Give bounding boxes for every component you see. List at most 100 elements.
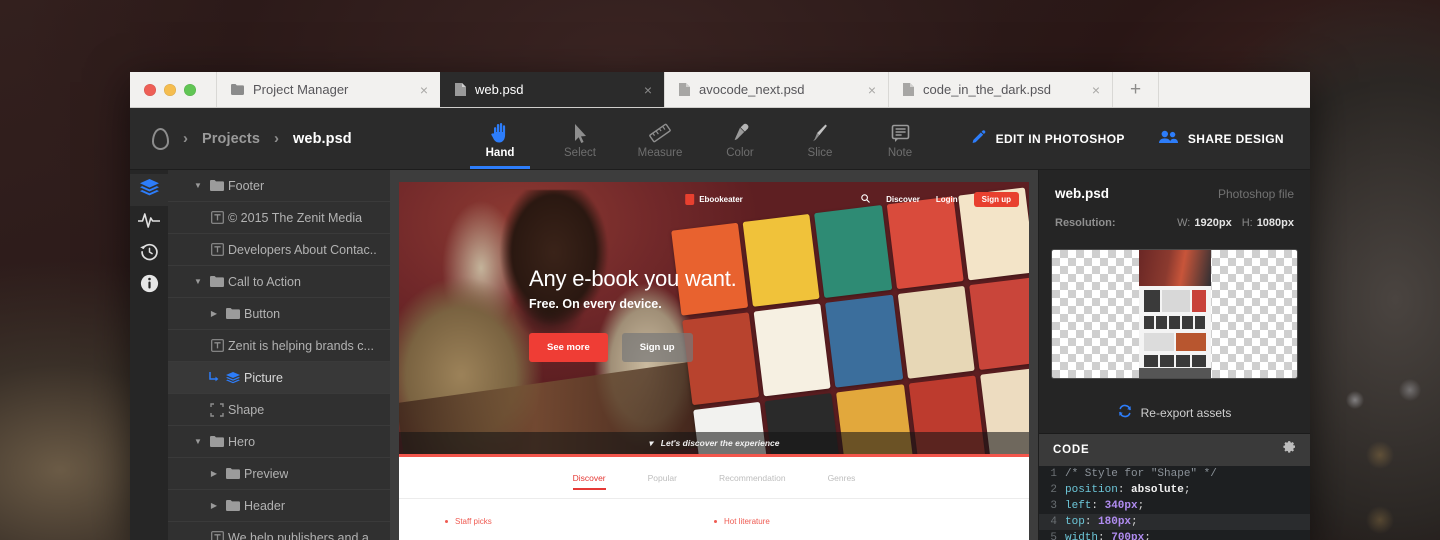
tool-label: Note bbox=[887, 146, 913, 159]
tool-measure[interactable]: Measure bbox=[620, 108, 700, 169]
design-hero-section: Ebookeater Discover Login Sign up Any e-… bbox=[399, 182, 1029, 454]
tab-label: web.psd bbox=[475, 82, 524, 97]
rail-item-info[interactable] bbox=[130, 270, 168, 302]
rail-item-layers[interactable] bbox=[130, 174, 168, 206]
disclosure-closed-icon[interactable]: ▶ bbox=[206, 309, 222, 318]
disclosure-open-icon[interactable]: ▼ bbox=[190, 437, 206, 446]
cursor-icon bbox=[574, 119, 587, 143]
close-icon[interactable]: × bbox=[1090, 83, 1102, 97]
minimize-window-button[interactable] bbox=[164, 83, 176, 96]
file-name: web.psd bbox=[1055, 186, 1110, 201]
app-body: ▼ Footer © 2015 The Zenit Media Develope… bbox=[130, 170, 1310, 540]
layer-row[interactable]: © 2015 The Zenit Media bbox=[168, 202, 390, 234]
maximize-window-button[interactable] bbox=[184, 83, 196, 96]
layer-label: Hero bbox=[228, 434, 256, 449]
line-number: 1 bbox=[1050, 467, 1057, 480]
section-tab-recommendation[interactable]: Recommendation bbox=[719, 473, 786, 490]
folder-icon bbox=[206, 180, 228, 191]
re-export-assets-button[interactable]: Re-export assets bbox=[1039, 393, 1310, 434]
design-canvas[interactable]: Ebookeater Discover Login Sign up Any e-… bbox=[390, 170, 1038, 540]
smart-object-icon bbox=[222, 371, 244, 384]
resolution-label: Resolution: bbox=[1055, 217, 1116, 229]
disclosure-open-icon[interactable]: ▼ bbox=[190, 277, 206, 286]
code-text: 180px bbox=[1098, 515, 1132, 528]
nav-login[interactable]: Login bbox=[936, 195, 958, 204]
file-icon bbox=[679, 83, 690, 96]
tab-project-manager[interactable]: Project Manager × bbox=[216, 72, 440, 107]
pick-label: Hot literature bbox=[724, 517, 770, 526]
tab-label: Project Manager bbox=[253, 82, 349, 97]
code-text: 700px bbox=[1111, 531, 1145, 540]
search-icon[interactable] bbox=[861, 194, 870, 205]
section-tab-genres[interactable]: Genres bbox=[828, 473, 856, 490]
code-text: /* Style for "Shape" */ bbox=[1065, 467, 1217, 480]
edit-in-photoshop-button[interactable]: EDIT IN PHOTOSHOP bbox=[971, 129, 1125, 148]
close-icon[interactable]: × bbox=[866, 83, 878, 97]
text-layer-icon bbox=[206, 243, 228, 256]
layer-row[interactable]: Zenit is helping brands c... bbox=[168, 330, 390, 362]
tool-slice[interactable]: Slice bbox=[780, 108, 860, 169]
tool-select[interactable]: Select bbox=[540, 108, 620, 169]
layer-label: Developers About Contac.. bbox=[228, 242, 377, 257]
layer-label: Preview bbox=[244, 466, 289, 481]
layers-panel[interactable]: ▼ Footer © 2015 The Zenit Media Develope… bbox=[168, 170, 390, 540]
layer-row[interactable]: ▼ Call to Action bbox=[168, 266, 390, 298]
resolution-row: Resolution: W: 1920px H: 1080px bbox=[1055, 213, 1294, 231]
hero-buttons: See more Sign up bbox=[529, 333, 737, 362]
header-actions: EDIT IN PHOTOSHOP SHARE DESIGN bbox=[971, 108, 1310, 169]
height-key: H: bbox=[1241, 217, 1253, 229]
design-section-tabs: Discover Popular Recommendation Genres bbox=[399, 457, 1029, 499]
sign-up-button[interactable]: Sign up bbox=[621, 333, 693, 362]
nav-discover[interactable]: Discover bbox=[886, 195, 920, 204]
tool-note[interactable]: Note bbox=[860, 108, 940, 169]
share-design-button[interactable]: SHARE DESIGN bbox=[1158, 130, 1284, 147]
code-text: 340px bbox=[1104, 499, 1138, 512]
close-icon[interactable]: × bbox=[642, 83, 654, 97]
thumbnail-row bbox=[1139, 355, 1211, 367]
app-header: › Projects › web.psd Hand Select Measure… bbox=[130, 108, 1310, 170]
disclosure-closed-icon[interactable]: ▶ bbox=[206, 501, 222, 510]
tool-hand[interactable]: Hand bbox=[460, 108, 540, 169]
scroll-hint-bar[interactable]: ▾ Let's discover the experience bbox=[399, 432, 1029, 454]
folder-icon bbox=[206, 276, 228, 287]
file-thumbnail[interactable] bbox=[1051, 249, 1298, 379]
disclosure-open-icon[interactable]: ▼ bbox=[190, 181, 206, 190]
tab-label: avocode_next.psd bbox=[699, 82, 805, 97]
artboard[interactable]: Ebookeater Discover Login Sign up Any e-… bbox=[399, 182, 1029, 540]
hero-subheadline: Free. On every device. bbox=[529, 297, 662, 311]
nav-signup-button[interactable]: Sign up bbox=[973, 192, 1019, 207]
layer-row[interactable]: ▶ Header bbox=[168, 490, 390, 522]
rail-item-history[interactable] bbox=[130, 238, 168, 270]
layer-row[interactable]: We help publishers and a... bbox=[168, 522, 390, 540]
code-text: left bbox=[1065, 499, 1092, 512]
layer-row[interactable]: ▶ Preview bbox=[168, 458, 390, 490]
layer-row[interactable]: ▶ Button bbox=[168, 298, 390, 330]
layer-row[interactable]: ▼ Hero bbox=[168, 426, 390, 458]
section-tab-discover[interactable]: Discover bbox=[572, 473, 606, 490]
layer-row[interactable]: ▼ Footer bbox=[168, 170, 390, 202]
layer-row-picture[interactable]: Picture bbox=[168, 362, 390, 394]
breadcrumb-projects[interactable]: Projects bbox=[202, 131, 260, 147]
new-tab-button[interactable]: + bbox=[1112, 72, 1158, 107]
rail-item-activity[interactable] bbox=[130, 206, 168, 238]
section-tab-popular[interactable]: Popular bbox=[648, 473, 677, 490]
tool-color[interactable]: Color bbox=[700, 108, 780, 169]
folder-icon bbox=[222, 308, 244, 319]
gear-icon[interactable] bbox=[1282, 441, 1296, 458]
code-panel-body[interactable]: 1 /* Style for "Shape" */ 2 position: ab… bbox=[1039, 465, 1310, 540]
layer-row[interactable]: Developers About Contac.. bbox=[168, 234, 390, 266]
tab-avocode-next-psd[interactable]: avocode_next.psd × bbox=[664, 72, 888, 107]
close-window-button[interactable] bbox=[144, 83, 156, 96]
disclosure-closed-icon[interactable]: ▶ bbox=[206, 469, 222, 478]
avocode-logo-icon[interactable] bbox=[152, 127, 169, 150]
see-more-button[interactable]: See more bbox=[529, 333, 608, 362]
close-icon[interactable]: × bbox=[418, 83, 430, 97]
folder-icon bbox=[206, 436, 228, 447]
action-label: EDIT IN PHOTOSHOP bbox=[995, 131, 1125, 146]
tab-web-psd[interactable]: web.psd × bbox=[440, 72, 664, 107]
code-text: : bbox=[1084, 515, 1099, 528]
layer-label: We help publishers and a... bbox=[228, 530, 380, 540]
layer-label: Header bbox=[244, 498, 285, 513]
tab-code-in-the-dark-psd[interactable]: code_in_the_dark.psd × bbox=[888, 72, 1112, 107]
layer-row[interactable]: Shape bbox=[168, 394, 390, 426]
